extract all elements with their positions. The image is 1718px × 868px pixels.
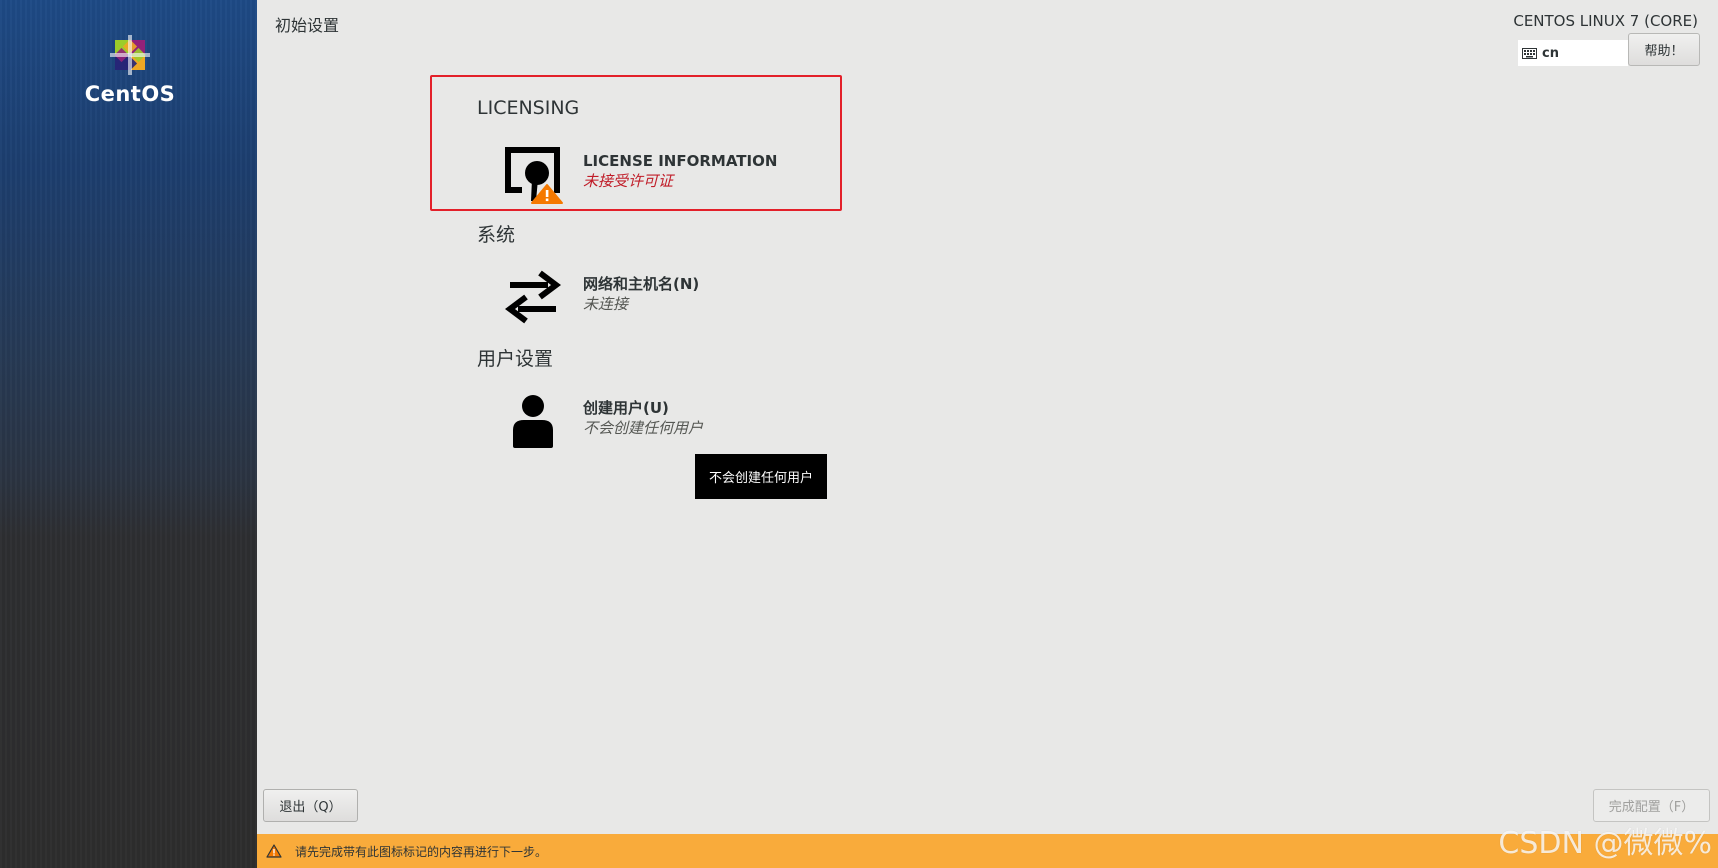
keyboard-layout-indicator[interactable]: cn: [1518, 40, 1628, 66]
spoke-network-hostname[interactable]: 网络和主机名(N) 未连接: [500, 268, 699, 330]
tooltip: 不会创建任何用户: [695, 454, 827, 499]
centos-logo-icon: [110, 35, 150, 75]
logo-text: CentOS: [84, 82, 176, 106]
section-title-system: 系统: [477, 224, 516, 246]
spoke-title: LICENSE INFORMATION: [583, 152, 778, 170]
product-title: CENTOS LINUX 7 (CORE): [1513, 12, 1698, 30]
spoke-create-user[interactable]: 创建用户(U) 不会创建任何用户: [500, 392, 703, 454]
spoke-title: 创建用户(U): [583, 399, 669, 417]
warning-text: 请先完成带有此图标标记的内容再进行下一步。: [295, 844, 548, 859]
keyboard-icon: [1522, 47, 1537, 59]
section-title-user-settings: 用户设置: [477, 348, 554, 370]
page-title: 初始设置: [275, 16, 340, 35]
spoke-status: 未接受许可证: [583, 172, 674, 190]
spoke-status: 未连接: [583, 295, 629, 313]
watermark: CSDN @微微%: [1498, 826, 1712, 861]
centos-logo: CentOS: [84, 32, 176, 106]
network-arrows-icon: [500, 268, 566, 330]
spoke-title: 网络和主机名(N): [583, 275, 700, 293]
help-button[interactable]: 帮助！: [1628, 33, 1700, 66]
quit-button[interactable]: 退出（Q）: [263, 789, 358, 822]
user-icon: [500, 392, 566, 454]
section-title-licensing: LICENSING: [477, 97, 580, 119]
spoke-license-information[interactable]: LICENSE INFORMATION 未接受许可证: [500, 145, 777, 207]
license-warning-icon: [500, 145, 566, 207]
spoke-status: 不会创建任何用户: [583, 419, 704, 437]
warning-icon: [266, 844, 282, 858]
keyboard-layout-label: cn: [1542, 45, 1559, 61]
sidebar: CentOS: [0, 0, 257, 868]
